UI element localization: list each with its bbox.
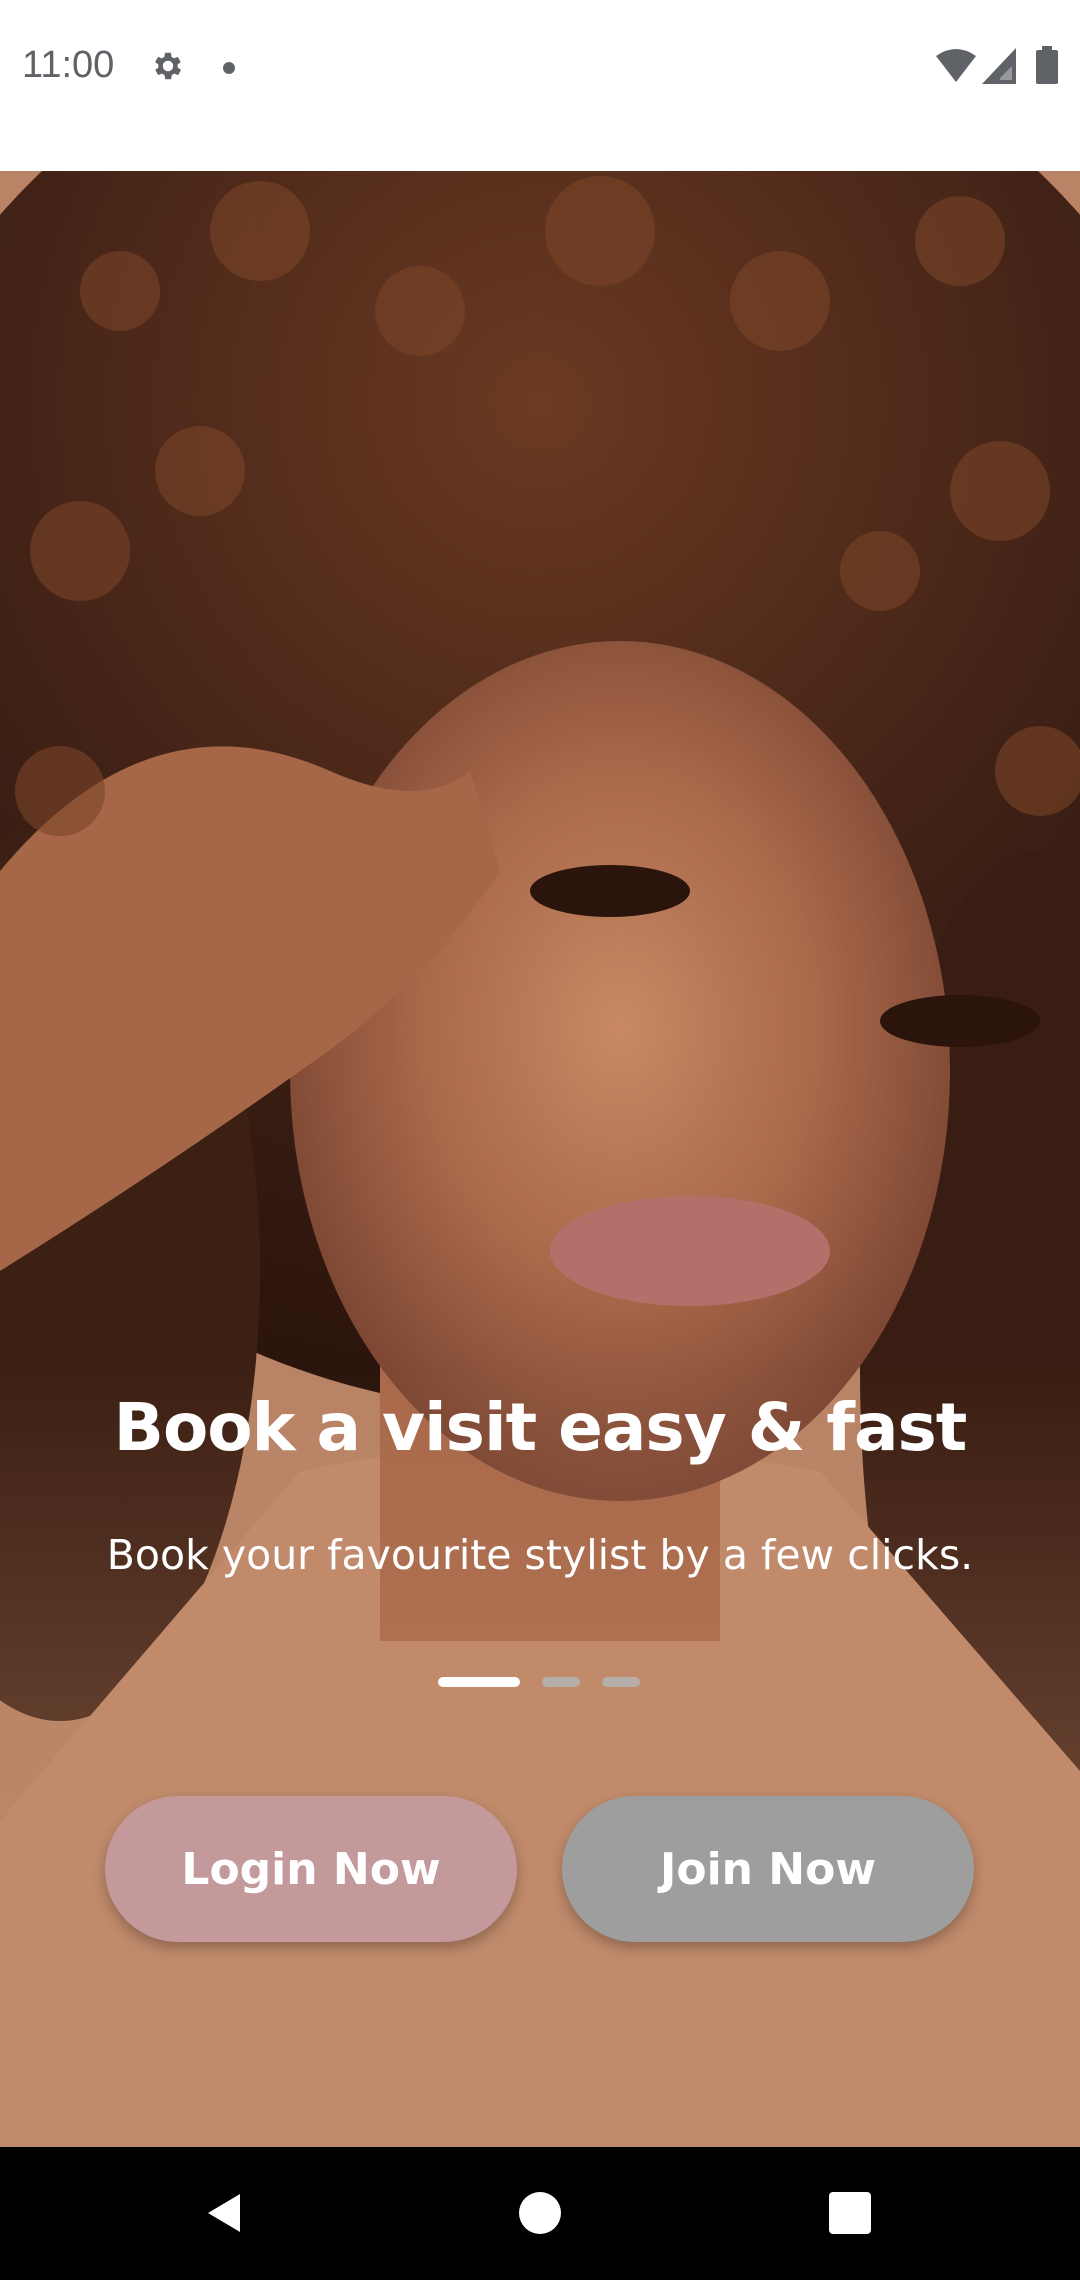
page-dot[interactable] bbox=[602, 1677, 640, 1687]
hero-background: Book a visit easy & fast Book your favou… bbox=[0, 171, 1080, 2147]
onboarding-subtitle: Book your favourite stylist by a few cli… bbox=[106, 1531, 974, 1579]
notification-dot-icon bbox=[223, 62, 235, 74]
login-now-button[interactable]: Login Now bbox=[105, 1796, 517, 1942]
gear-icon bbox=[155, 52, 182, 80]
app-screen: 11:00 Book a visit easy & fast Book your… bbox=[0, 0, 1080, 2280]
status-bar: 11:00 bbox=[0, 0, 1080, 171]
page-indicator bbox=[438, 1677, 640, 1687]
onboarding-title: Book a visit easy & fast bbox=[113, 1389, 968, 1466]
recents-icon[interactable] bbox=[829, 2192, 871, 2234]
page-dot-active[interactable] bbox=[438, 1677, 520, 1687]
join-now-button[interactable]: Join Now bbox=[562, 1796, 974, 1942]
page-dot[interactable] bbox=[542, 1677, 580, 1687]
status-time: 11:00 bbox=[22, 44, 115, 86]
wifi-icon bbox=[936, 49, 976, 82]
back-icon[interactable] bbox=[202, 2190, 248, 2236]
home-icon[interactable] bbox=[519, 2192, 561, 2234]
battery-icon bbox=[1036, 46, 1058, 84]
signal-icon bbox=[982, 48, 1016, 84]
